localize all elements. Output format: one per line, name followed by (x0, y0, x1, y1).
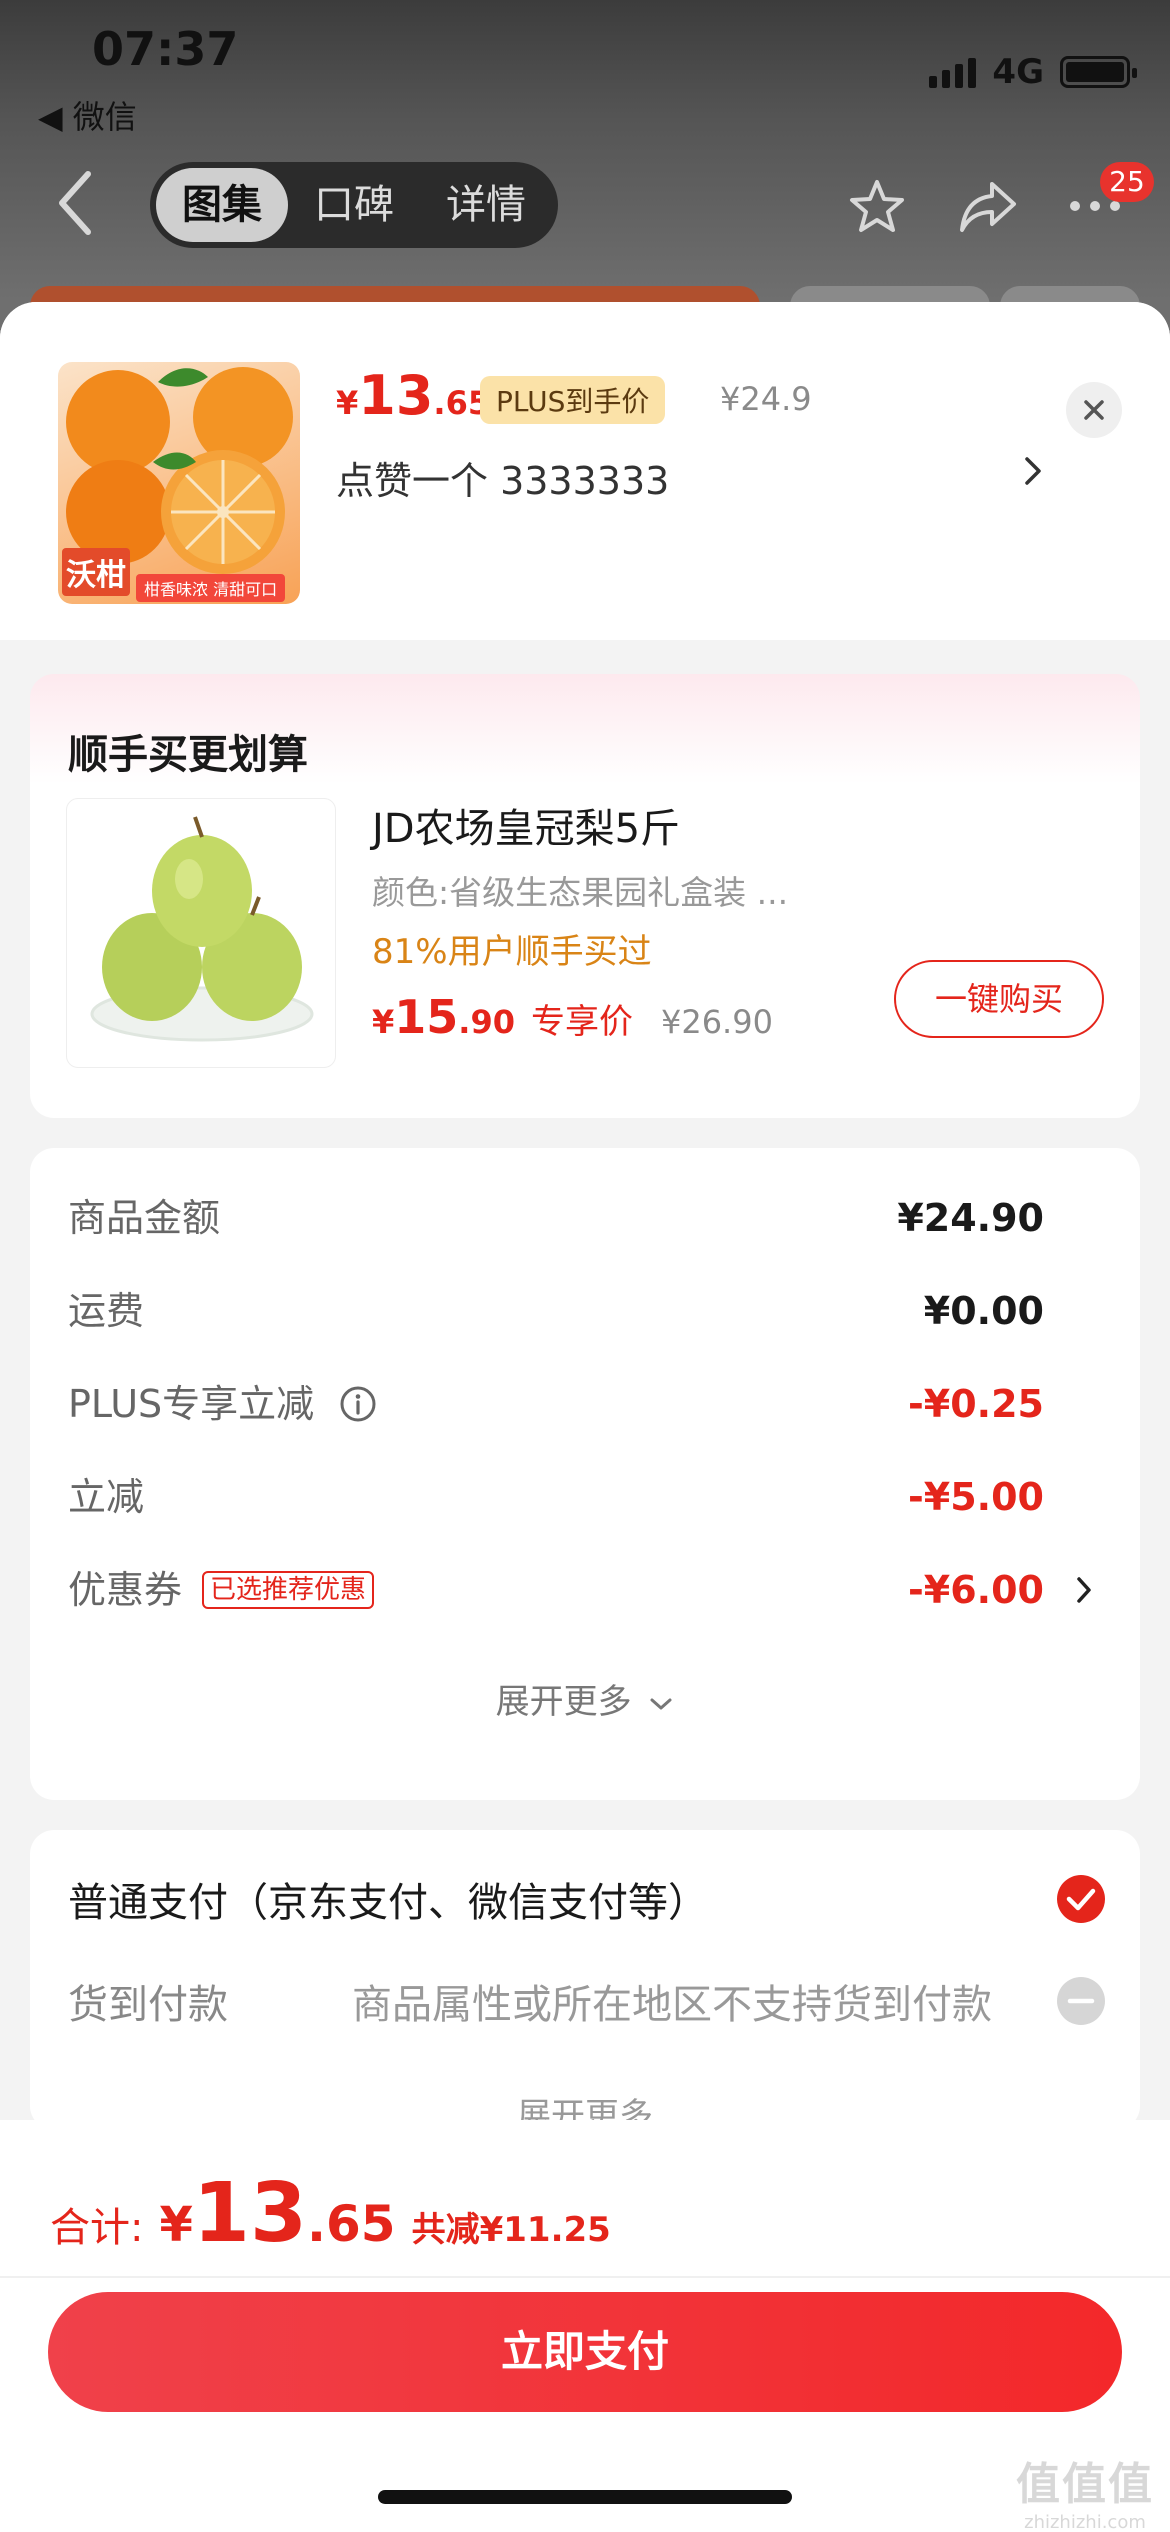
watermark-url: zhizhizhi.com (1024, 2512, 1146, 2532)
total-currency: ¥ (159, 2197, 193, 2253)
upsell-product-spec: 颜色:省级生态果园礼盒装 ... (372, 873, 789, 912)
payment-method-card: 普通支付（京东支付、微信支付等） 货到付款 商品属性或所在地区不支持货到付款 展… (30, 1830, 1140, 2136)
summary-label: PLUS专享立减 (68, 1382, 315, 1426)
summary-label: 立减 (68, 1475, 145, 1519)
one-click-buy-button[interactable]: 一键购买 (894, 960, 1104, 1038)
upsell-price-currency: ¥ (372, 1003, 395, 1041)
share-icon[interactable] (958, 178, 1018, 234)
watermark: 值值值 zhizhizhi.com (1010, 2448, 1160, 2532)
info-icon[interactable] (338, 1384, 378, 1424)
tab-details[interactable]: 详情 (420, 168, 552, 242)
coupon-tag: 已选推荐优惠 (202, 1571, 375, 1609)
total-integer: 13 (192, 2166, 308, 2261)
product-price: ¥ 13 .65 (336, 364, 490, 427)
chevron-down-icon (650, 1698, 672, 1709)
summary-value: ¥0.00 (923, 1289, 1044, 1333)
total-saved: 共减¥11.25 (411, 2210, 611, 2250)
summary-label-wrap: PLUS专享立减 (68, 1374, 378, 1434)
total-decimal: .65 (307, 2195, 396, 2253)
price-summary-card: 商品金额 ¥24.90 运费 ¥0.00 PLUS专享立减 -¥0.25 立减 … (30, 1148, 1140, 1800)
summary-expand-more[interactable]: 展开更多 (30, 1674, 1140, 1723)
tab-reviews[interactable]: 口碑 (288, 168, 420, 242)
summary-row: 运费 ¥0.00 (68, 1281, 1094, 1341)
summary-value: -¥6.00 (908, 1568, 1044, 1612)
home-indicator[interactable] (378, 2490, 792, 2504)
back-arrow-icon[interactable] (56, 168, 96, 238)
total-label: 合计: (50, 2205, 144, 2251)
disabled-circle-icon (1057, 1977, 1105, 2025)
summary-value: -¥0.25 (908, 1382, 1044, 1426)
plus-price-tag: PLUS到手价 (480, 376, 666, 424)
pay-now-button[interactable]: 立即支付 (48, 2292, 1122, 2412)
summary-row: 商品金额 ¥24.90 (68, 1188, 1094, 1248)
battery-icon (1060, 56, 1137, 88)
summary-value: -¥5.00 (908, 1475, 1044, 1519)
upsell-price-decimal: .90 (458, 1003, 515, 1041)
summary-value: ¥24.90 (897, 1196, 1044, 1240)
summary-row: PLUS专享立减 -¥0.25 (68, 1374, 1094, 1434)
status-time: 07:37 (92, 22, 239, 76)
product-spec-selector[interactable]: 点赞一个 3333333 (336, 450, 669, 505)
price-integer: 13 (358, 364, 434, 427)
payment-option-online[interactable]: 普通支付（京东支付、微信支付等） (68, 1870, 708, 1928)
upsell-product-name[interactable]: JD农场皇冠梨5斤 (372, 796, 680, 854)
notification-badge: 25 (1100, 162, 1154, 202)
bottom-action-bar: 合计: ¥ 13 .65 共减¥11.25 立即支付 (0, 2120, 1170, 2532)
star-icon[interactable] (848, 178, 906, 236)
product-image: 沃柑 柑香味浓 清甜可口 (58, 362, 300, 604)
chevron-right-icon[interactable] (1022, 454, 1044, 488)
price-currency: ¥ (336, 384, 359, 422)
nav-tabs: 图集 口碑 详情 (150, 162, 558, 248)
upsell-price: ¥ 15 .90 专享价 ¥26.90 (372, 990, 773, 1044)
cod-unavailable-note: 商品属性或所在地区不支持货到付款 (352, 1982, 992, 2028)
upsell-original-price: ¥26.90 (660, 1003, 773, 1041)
signal-icon (929, 56, 977, 88)
pear-image (90, 816, 314, 1042)
summary-label: 优惠券 (68, 1568, 183, 1612)
total-amount: 合计: ¥ 13 .65 共减¥11.25 (50, 2166, 611, 2261)
summary-row: 立减 -¥5.00 (68, 1467, 1094, 1527)
summary-label-wrap: 优惠券 已选推荐优惠 (68, 1560, 375, 1620)
check-circle-icon[interactable] (1056, 1874, 1106, 1924)
expand-more-label: 展开更多 (495, 1682, 632, 1722)
chevron-right-icon[interactable] (1074, 1574, 1094, 1606)
status-indicators: 4G (929, 52, 1137, 92)
close-icon[interactable] (1066, 382, 1122, 438)
upsell-title: 顺手买更划算 (68, 732, 308, 778)
upsell-exclusive-label: 专享价 (530, 1002, 633, 1042)
product-header: 沃柑 柑香味浓 清甜可口 ¥ 13 .65 PLUS到手价 ¥24.9 点赞一个… (0, 302, 1170, 640)
coupon-row[interactable]: 优惠券 已选推荐优惠 -¥6.00 (68, 1560, 1094, 1620)
upsell-buyers-note: 81%用户顺手买过 (372, 932, 652, 972)
upsell-product-image[interactable] (66, 798, 336, 1068)
summary-label: 商品金额 (68, 1196, 221, 1240)
back-to-app-link[interactable]: ◀ 微信 (38, 92, 137, 138)
tab-gallery[interactable]: 图集 (156, 168, 288, 242)
network-type: 4G (992, 52, 1044, 92)
product-image-tag: 柑香味浓 清甜可口 (136, 574, 286, 602)
divider (0, 2276, 1170, 2278)
watermark-logo: 值值值 (1016, 2459, 1154, 2510)
original-price: ¥24.9 (720, 380, 812, 418)
summary-label: 运费 (68, 1289, 145, 1333)
product-image-brand: 沃柑 (62, 548, 130, 596)
upsell-price-integer: 15 (394, 990, 459, 1044)
payment-option-cod: 货到付款 (68, 1982, 228, 2028)
upsell-card: 顺手买更划算 JD农场皇冠梨5斤 颜色:省级生态果园礼盒装 ... 81%用户顺… (30, 674, 1140, 1118)
